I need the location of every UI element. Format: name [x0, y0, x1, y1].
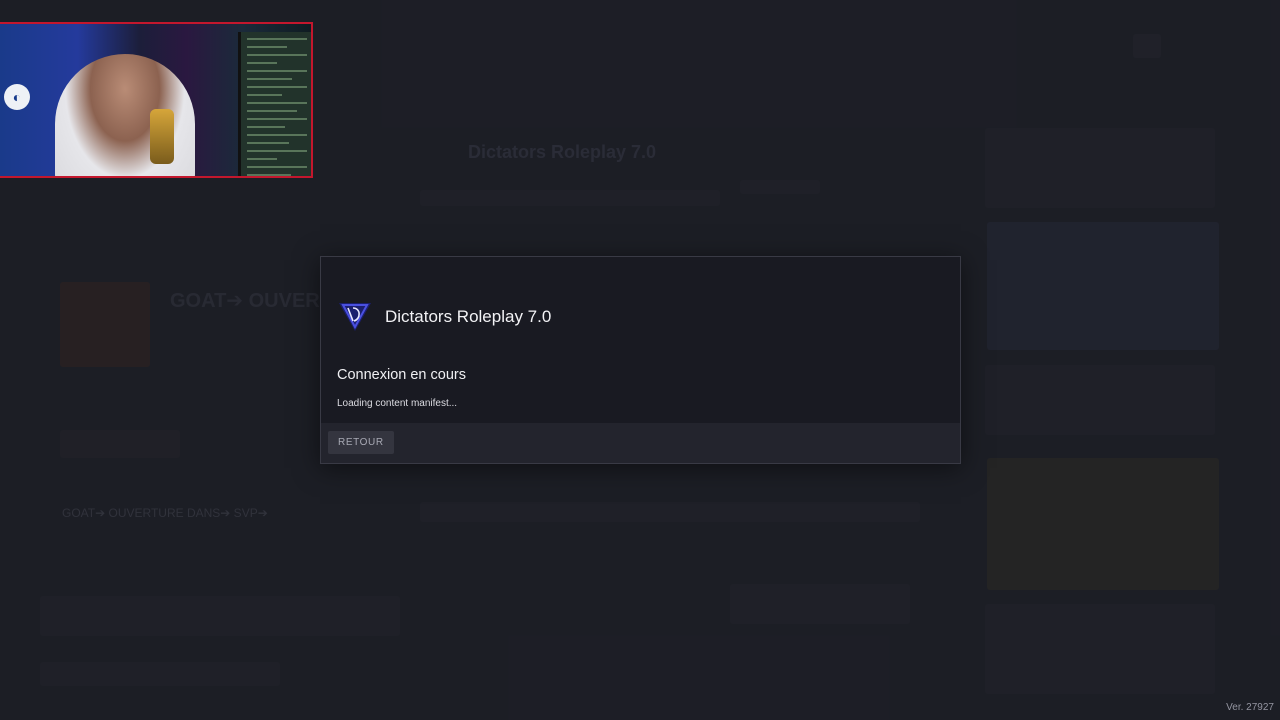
dialog-footer: RETOUR [321, 423, 960, 463]
connection-status-title: Connexion en cours [337, 367, 466, 383]
back-button[interactable]: RETOUR [328, 431, 394, 454]
webcam-brand-logo: ◐ [4, 84, 30, 110]
connection-dialog: Dictators Roleplay 7.0 Connexion en cour… [320, 256, 961, 464]
server-logo-icon [339, 303, 371, 331]
connection-status-detail: Loading content manifest... [337, 398, 458, 409]
webcam-person [55, 54, 195, 176]
webcam-microphone [150, 109, 174, 164]
webcam-monitor [238, 32, 311, 176]
server-name: Dictators Roleplay 7.0 [385, 307, 552, 326]
dialog-header: Dictators Roleplay 7.0 [337, 299, 551, 335]
webcam-overlay: ◐ [0, 22, 313, 178]
version-label: Ver. 27927 [1226, 702, 1274, 713]
